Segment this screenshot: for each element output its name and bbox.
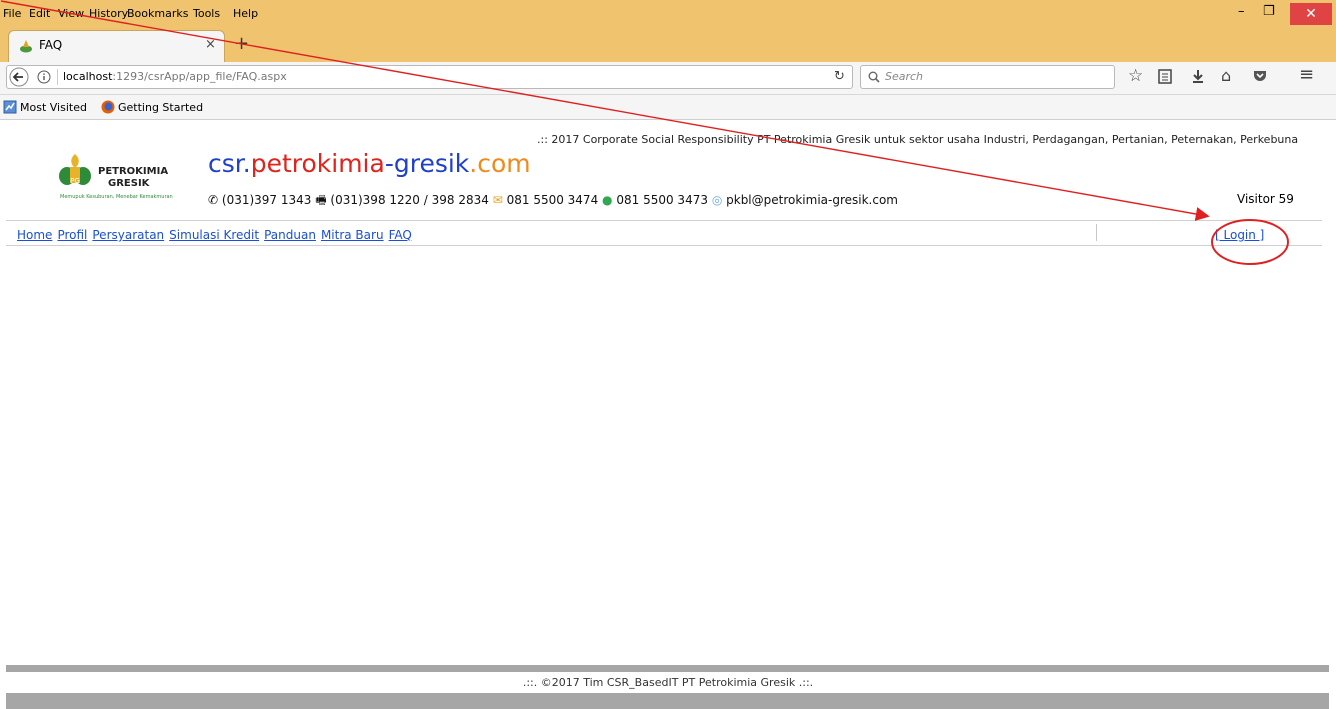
new-tab-icon[interactable]: + [234, 33, 249, 54]
url-path: :1293/csrApp/app_file/FAQ.aspx [112, 70, 287, 83]
info-icon[interactable] [37, 70, 51, 84]
nav-panduan[interactable]: Panduan [264, 228, 316, 242]
brand-gresik: gresik [393, 149, 470, 178]
phone-icon: ✆ [208, 193, 219, 207]
logo-badge: PG [70, 177, 80, 185]
menu-edit[interactable]: Edit [29, 7, 50, 20]
contact-line: ✆ (031)397 1343 🖷 (031)398 1220 / 398 28… [208, 191, 898, 212]
nav-faq[interactable]: FAQ [389, 228, 412, 242]
nav-separator [1096, 224, 1097, 241]
close-window-icon[interactable]: ✕ [1290, 3, 1332, 25]
url-host: localhost [63, 70, 113, 83]
logo-line1: PETROKIMIA [98, 166, 169, 177]
tab-title: FAQ [39, 38, 63, 52]
site-brand: csr.petrokimia-gresik.com [208, 149, 531, 178]
logo-motto: Memupuk Kesuburan, Menebar Kemakmuran [60, 194, 173, 200]
menu-history[interactable]: History [89, 7, 128, 20]
tab-faq[interactable]: FAQ × [8, 30, 225, 62]
sms-number: 081 5500 3474 [506, 193, 599, 207]
nav-bottom-divider [6, 245, 1322, 246]
footer-text: .::. ©2017 Tim CSR_BasedIT PT Petrokimia… [522, 676, 814, 689]
footer-top-bar [6, 665, 1329, 672]
site-nav: Home Profil Persyaratan Simulasi Kredit Pand… [17, 228, 417, 242]
whatsapp-number: 081 5500 3473 [616, 193, 708, 207]
hamburger-menu-icon[interactable]: ≡ [1299, 64, 1314, 85]
fax-number: (031)398 1220 / 398 2834 [330, 193, 489, 207]
menu-bookmarks[interactable]: Bookmarks [127, 7, 188, 20]
footer-bottom-bar [6, 693, 1329, 709]
brand-csr: csr. [208, 149, 251, 178]
most-visited-icon [3, 100, 17, 114]
brand-petrokimia: petrokimia [250, 149, 385, 178]
nav-home[interactable]: Home [17, 228, 52, 242]
menu-file[interactable]: File [3, 7, 21, 20]
email-address: pkbl@petrokimia-gresik.com [726, 193, 898, 207]
tagline: .:: 2017 Corporate Social Responsibility… [537, 133, 1299, 146]
login-link[interactable]: [ Login ] [1215, 228, 1264, 242]
bookmark-most-visited[interactable]: Most Visited [20, 101, 87, 114]
menu-view[interactable]: View [58, 7, 84, 20]
search-box[interactable]: Search [860, 65, 1115, 89]
firefox-icon [101, 100, 115, 114]
restore-icon[interactable]: ❐ [1263, 4, 1275, 19]
email-icon: ◎ [711, 193, 723, 207]
phone-number: (031)397 1343 [221, 193, 312, 207]
logo-emblem: PG [59, 154, 91, 185]
reload-icon[interactable]: ↻ [834, 69, 845, 84]
minimize-icon[interactable]: – [1238, 4, 1245, 19]
url-text[interactable]: localhost:1293/csrApp/app_file/FAQ.aspx [63, 70, 287, 83]
nav-top-divider [6, 220, 1322, 221]
brand-com: .com [469, 149, 531, 178]
menu-tools[interactable]: Tools [193, 7, 220, 20]
visitor-counter: Visitor 59 [1237, 192, 1294, 206]
nav-simulasi-kredit[interactable]: Simulasi Kredit [169, 228, 259, 242]
logo-line2: GRESIK [108, 178, 150, 189]
whatsapp-icon: ● [602, 193, 613, 207]
menu-help[interactable]: Help [233, 7, 258, 20]
search-icon [868, 71, 880, 83]
url-bar[interactable]: localhost:1293/csrApp/app_file/FAQ.aspx … [6, 65, 853, 89]
download-icon[interactable] [1192, 69, 1204, 84]
nav-persyaratan[interactable]: Persyaratan [92, 228, 164, 242]
brand-dash: - [384, 149, 394, 178]
fax-icon: 🖷 [315, 193, 327, 207]
favicon-icon [20, 40, 32, 53]
nav-mitra-baru[interactable]: Mitra Baru [321, 228, 384, 242]
petrokimia-logo: PG PETROKIMIA GRESIK Memupuk Kesuburan, … [58, 152, 188, 204]
back-icon[interactable] [9, 67, 29, 87]
url-divider [57, 69, 58, 85]
sms-icon: ✉ [492, 193, 503, 207]
bookmark-getting-started[interactable]: Getting Started [118, 101, 203, 114]
tab-close-icon[interactable]: × [205, 37, 216, 52]
search-placeholder: Search [885, 70, 924, 83]
nav-profil[interactable]: Profil [57, 228, 87, 242]
bookmark-star-icon[interactable]: ☆ [1128, 66, 1143, 86]
reading-list-icon[interactable] [1158, 69, 1172, 84]
annotation-circle [1211, 219, 1289, 265]
pocket-icon[interactable] [1253, 69, 1267, 83]
home-icon[interactable]: ⌂ [1221, 66, 1231, 85]
